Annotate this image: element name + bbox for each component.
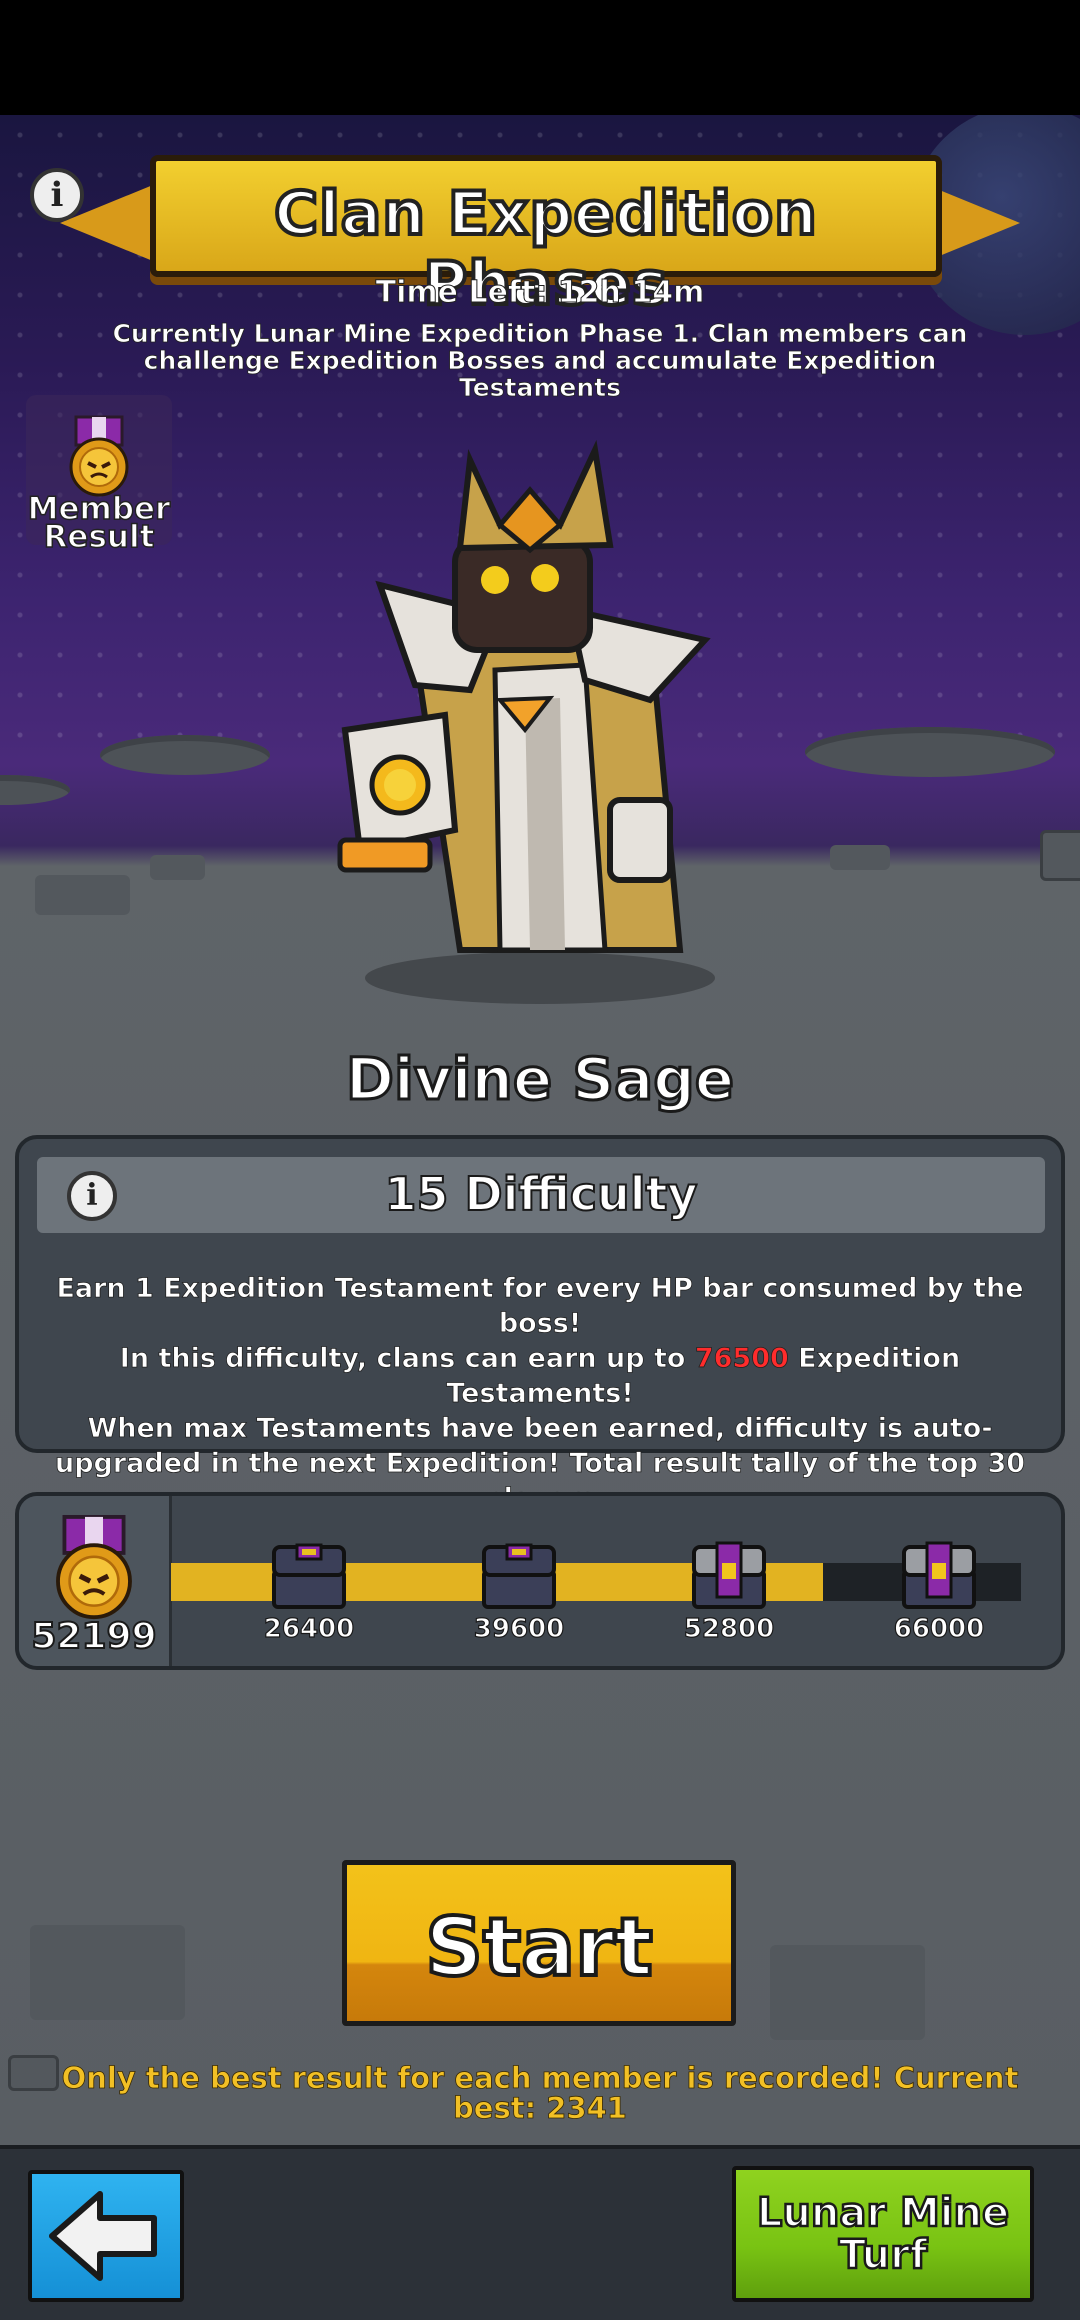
turf-label: Lunar Mine Turf [756,2190,1011,2278]
progress-medal-box: 52199 [19,1496,172,1666]
difficulty-desc-line2: In this difficulty, clans can earn up to… [29,1341,1051,1411]
title-banner: Clan Expedition Phases [60,150,1020,321]
banner-plate: Clan Expedition Phases [150,155,942,321]
reward-chest-4[interactable] [900,1541,978,1611]
reward-chest-2[interactable] [480,1541,558,1611]
difficulty-desc-line2-pre: In this difficulty, clans can earn up to [119,1343,695,1375]
chest-icon [272,1543,346,1609]
rock [770,1945,925,2040]
milestone-label: 39600 [473,1613,565,1644]
milestone-label: 26400 [263,1613,355,1644]
rock [1040,830,1080,881]
difficulty-description: Earn 1 Expedition Testament for every HP… [29,1271,1051,1516]
info-icon[interactable]: i [30,168,84,222]
testament-progress-panel: 52199 26400 39600 52800 66000 [15,1492,1065,1670]
medal-icon [69,415,129,497]
status-bar [0,0,1080,115]
rock [830,845,890,870]
milestone-label: 66000 [893,1613,985,1644]
phase-description: Currently Lunar Mine Expedition Phase 1.… [112,319,968,402]
milestone-label: 52800 [683,1613,775,1644]
start-label: Start [423,1899,655,1996]
crater [805,727,1055,777]
chest-icon [692,1541,766,1609]
difficulty-header: i 15 Difficulty [37,1157,1045,1233]
crater [0,775,70,805]
progress-current-value: 52199 [30,1615,157,1658]
chest-icon [902,1541,976,1609]
back-arrow-icon [49,2191,157,2281]
boss-character-divine-sage [337,439,715,1004]
rock [35,875,130,915]
chest-icon [482,1543,556,1609]
reward-chest-3[interactable] [690,1541,768,1611]
lunar-mine-turf-button[interactable]: Lunar Mine Turf [732,2166,1034,2302]
member-result-label: Member Result [27,491,171,555]
medal-icon [56,1515,132,1620]
member-result-button[interactable]: Member Result [26,395,172,553]
reward-chest-1[interactable] [270,1541,348,1611]
boss-name: Divine Sage [344,1044,735,1115]
time-left: Time Left: 12h 14m [375,275,705,311]
difficulty-title: 15 Difficulty [383,1166,698,1222]
max-testaments-value: 76500 [694,1343,789,1375]
rock [30,1925,185,2020]
rock [150,855,205,880]
start-button[interactable]: Start [342,1860,736,2026]
difficulty-desc-line1: Earn 1 Expedition Testament for every HP… [56,1273,1024,1340]
crater [100,735,270,775]
back-button[interactable] [28,2170,184,2302]
best-result-note: Only the best result for each member is … [61,2061,1019,2125]
difficulty-panel: i 15 Difficulty Earn 1 Expedition Testam… [15,1135,1065,1514]
